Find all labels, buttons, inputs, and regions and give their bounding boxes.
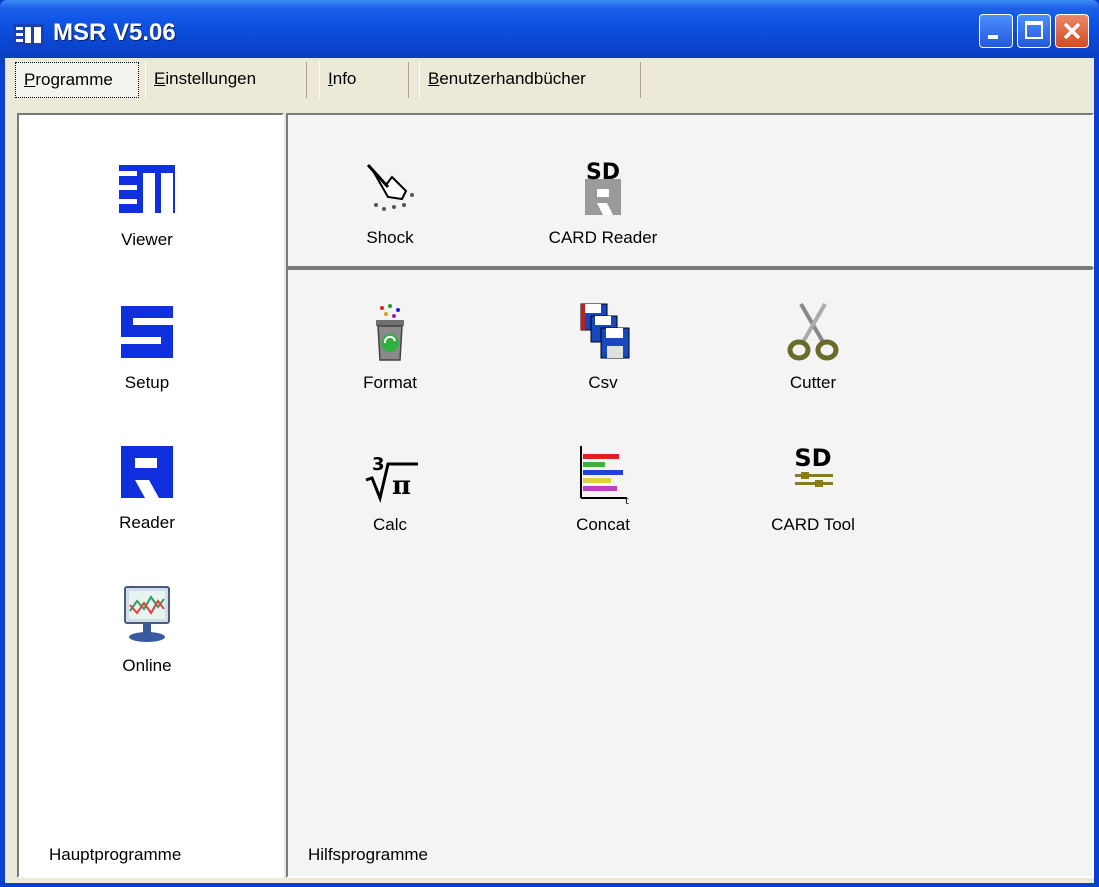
window-frame-bottom bbox=[0, 883, 1099, 887]
menu-benutzerhandbuecher[interactable]: Benutzerhandbücher bbox=[419, 62, 641, 98]
program-reader[interactable]: Reader bbox=[77, 440, 217, 533]
card-reader-label: CARD Reader bbox=[548, 228, 658, 247]
program-card-tool[interactable]: SD CARD Tool bbox=[743, 442, 883, 535]
card-tool-label: CARD Tool bbox=[771, 515, 855, 534]
menu-einstellungen[interactable]: Einstellungen bbox=[145, 62, 307, 98]
maximize-button[interactable] bbox=[1017, 14, 1051, 48]
setup-icon bbox=[121, 306, 173, 358]
viewer-icon bbox=[119, 165, 175, 213]
hauptprogramme-label: Hauptprogramme bbox=[49, 845, 182, 864]
menu-programme[interactable]: Programme bbox=[15, 62, 139, 98]
sd-card-tool-icon: SD bbox=[794, 444, 833, 487]
program-format[interactable]: Format bbox=[320, 300, 460, 393]
title-bar[interactable]: MSR V5.06 bbox=[0, 0, 1099, 58]
svg-text:3: 3 bbox=[372, 454, 385, 475]
msr-app-icon[interactable] bbox=[14, 24, 44, 46]
csv-label: Csv bbox=[588, 373, 618, 392]
menu-info[interactable]: Info bbox=[319, 62, 409, 98]
cutter-label: Cutter bbox=[789, 373, 837, 392]
viewer-label: Viewer bbox=[121, 230, 173, 249]
menu-benutzerhandbuecher-label: Benutzerhandbücher bbox=[428, 69, 586, 88]
top-tools-panel: Shock SD CARD Reader bbox=[286, 113, 1094, 268]
reader-icon bbox=[121, 446, 173, 498]
online-monitor-icon bbox=[124, 586, 170, 642]
menu-einstellungen-label: Einstellungen bbox=[154, 69, 257, 88]
close-icon bbox=[1063, 22, 1081, 40]
minimize-button[interactable] bbox=[979, 14, 1013, 48]
svg-text:SD: SD bbox=[794, 444, 831, 472]
shock-label: Shock bbox=[366, 228, 414, 247]
hilfsprogramme-label: Hilfsprogramme bbox=[308, 845, 428, 864]
hauptprogramme-panel: Viewer Setup Reader Online Hauptprogramm… bbox=[17, 113, 284, 878]
window-frame-right bbox=[1094, 58, 1099, 887]
shock-hand-icon bbox=[366, 163, 414, 211]
concat-label: Concat bbox=[576, 515, 630, 534]
minimize-icon bbox=[988, 35, 998, 39]
program-setup[interactable]: Setup bbox=[77, 300, 217, 393]
svg-text:π: π bbox=[392, 471, 411, 501]
menu-programme-label: Programme bbox=[24, 70, 113, 89]
hilfsprogramme-panel: Format Csv Cutter 3 π Calc t Concat SD C… bbox=[286, 268, 1094, 878]
setup-label: Setup bbox=[124, 373, 170, 392]
program-viewer[interactable]: Viewer bbox=[77, 157, 217, 250]
svg-text:t: t bbox=[625, 496, 629, 506]
app-window: MSR V5.06 Programme Einstellungen Info B… bbox=[0, 0, 1099, 887]
program-cutter[interactable]: Cutter bbox=[743, 300, 883, 393]
trash-recycle-icon bbox=[376, 304, 404, 361]
program-csv[interactable]: Csv bbox=[533, 300, 673, 393]
sd-card-reader-icon: SD bbox=[585, 160, 621, 215]
concat-bars-icon: t bbox=[580, 446, 629, 507]
client-area: Programme Einstellungen Info Benutzerhan… bbox=[5, 58, 1094, 883]
program-online[interactable]: Online bbox=[77, 583, 217, 676]
program-card-reader[interactable]: SD CARD Reader bbox=[533, 155, 673, 248]
scissors-icon bbox=[787, 302, 839, 361]
floppy-disks-icon bbox=[580, 303, 630, 359]
online-label: Online bbox=[122, 656, 172, 675]
program-shock[interactable]: Shock bbox=[320, 155, 460, 248]
program-calc[interactable]: 3 π Calc bbox=[320, 442, 460, 535]
reader-label: Reader bbox=[119, 513, 175, 532]
program-concat[interactable]: t Concat bbox=[533, 442, 673, 535]
calc-label: Calc bbox=[372, 515, 407, 534]
maximize-icon bbox=[1025, 21, 1043, 39]
svg-text:SD: SD bbox=[586, 160, 620, 185]
window-title: MSR V5.06 bbox=[53, 19, 176, 46]
menu-info-label: Info bbox=[328, 69, 357, 88]
cube-root-pi-icon: 3 π bbox=[365, 454, 418, 503]
close-button[interactable] bbox=[1055, 14, 1089, 48]
format-label: Format bbox=[363, 373, 417, 392]
menu-bar: Programme Einstellungen Info Benutzerhan… bbox=[5, 58, 1094, 102]
